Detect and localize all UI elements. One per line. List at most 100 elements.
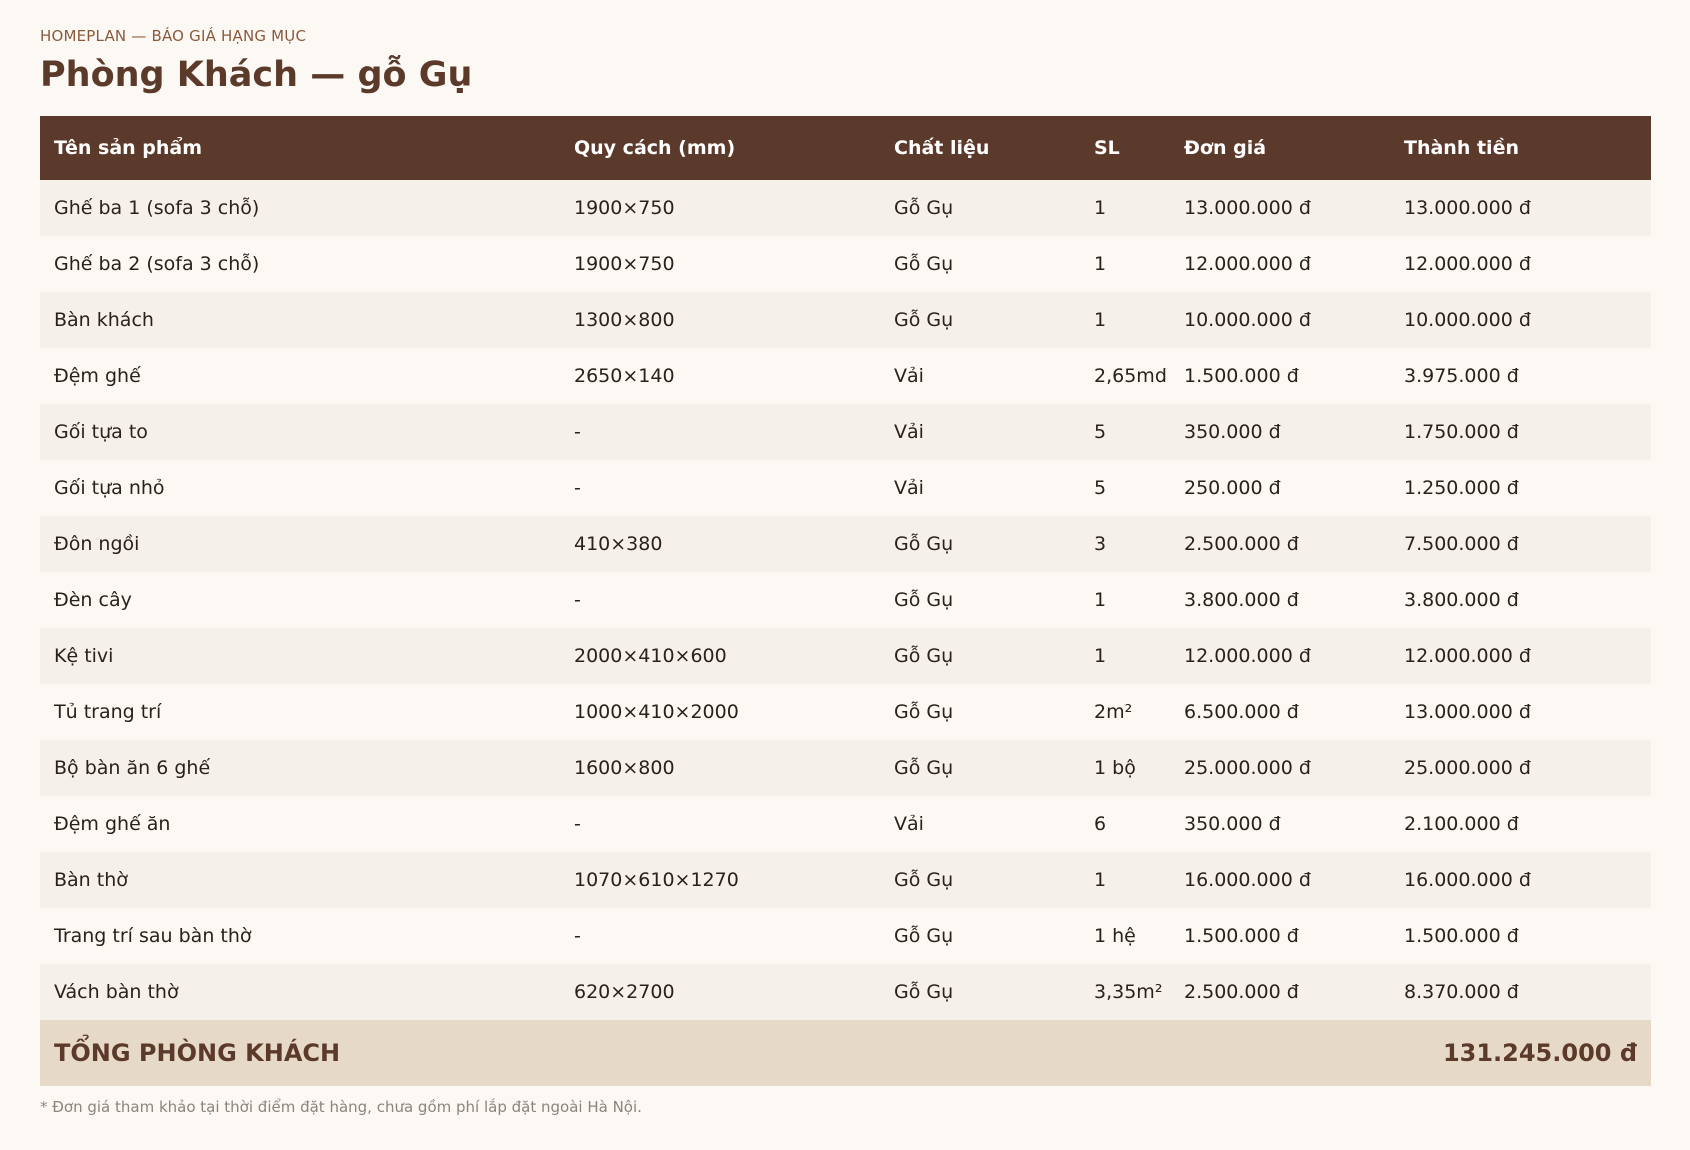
table-footer: TỔNG PHÒNG KHÁCH 131.245.000 đ bbox=[40, 1020, 1651, 1086]
table-row: Đệm ghế 2650×140 Vải 2,65md 1.500.000 đ 3.975… bbox=[40, 348, 1651, 404]
cell-material: Vải bbox=[894, 477, 924, 499]
table-row: Bộ bàn ăn 6 ghế 1600×800 Gỗ Gụ 1 bộ 25.000.0… bbox=[40, 740, 1651, 796]
cell-product-name: Gối tựa to bbox=[54, 421, 148, 443]
page-kicker: HOMEPLAN — BÁO GIÁ HẠNG MỤC bbox=[40, 27, 307, 45]
table-row: Gối tựa to - Vải 5 350.000 đ 1.750.000 đ bbox=[40, 404, 1651, 460]
total-row: TỔNG PHÒNG KHÁCH 131.245.000 đ bbox=[40, 1020, 1651, 1086]
table-body: Ghế ba 1 (sofa 3 chỗ) 1900×750 Gỗ Gụ 1 13.00… bbox=[40, 180, 1651, 1020]
cell-unit-price: 12.000.000 đ bbox=[1184, 645, 1311, 667]
table-header: Tên sản phẩm Quy cách (mm) Chất liệu SL … bbox=[40, 116, 1651, 180]
cell-line-total: 12.000.000 đ bbox=[1404, 253, 1531, 275]
cell-line-total: 10.000.000 đ bbox=[1404, 309, 1531, 331]
cell-line-total: 25.000.000 đ bbox=[1404, 757, 1531, 779]
table-row: Đèn cây - Gỗ Gụ 1 3.800.000 đ 3.800.000 đ bbox=[40, 572, 1651, 628]
cell-quantity: 1 hệ bbox=[1094, 925, 1136, 947]
cell-product-name: Bàn thờ bbox=[54, 869, 128, 891]
cell-spec: - bbox=[574, 421, 581, 443]
cell-material: Gỗ Gụ bbox=[894, 701, 954, 723]
cell-material: Gỗ Gụ bbox=[894, 197, 954, 219]
cell-material: Gỗ Gụ bbox=[894, 869, 954, 891]
table-row: Trang trí sau bàn thờ - Gỗ Gụ 1 hệ 1.500.000… bbox=[40, 908, 1651, 964]
cell-line-total: 13.000.000 đ bbox=[1404, 701, 1531, 723]
table-row: Vách bàn thờ 620×2700 Gỗ Gụ 3,35m² 2.500.000… bbox=[40, 964, 1651, 1020]
cell-line-total: 13.000.000 đ bbox=[1404, 197, 1531, 219]
cell-line-total: 1.250.000 đ bbox=[1404, 477, 1519, 499]
cell-unit-price: 3.800.000 đ bbox=[1184, 589, 1299, 611]
cell-spec: 1300×800 bbox=[574, 309, 675, 331]
cell-quantity: 5 bbox=[1094, 421, 1107, 443]
cell-material: Gỗ Gụ bbox=[894, 533, 954, 555]
cell-unit-price: 250.000 đ bbox=[1184, 477, 1281, 499]
cell-spec: 1000×410×2000 bbox=[574, 701, 739, 723]
cell-line-total: 16.000.000 đ bbox=[1404, 869, 1531, 891]
cell-quantity: 2m² bbox=[1094, 701, 1133, 723]
cell-product-name: Tủ trang trí bbox=[54, 701, 162, 723]
cell-quantity: 2,65md bbox=[1094, 365, 1167, 387]
cell-material: Gỗ Gụ bbox=[894, 645, 954, 667]
cell-unit-price: 13.000.000 đ bbox=[1184, 197, 1311, 219]
cell-material: Gỗ Gụ bbox=[894, 981, 954, 1003]
cell-spec: 1600×800 bbox=[574, 757, 675, 779]
cell-product-name: Đèn cây bbox=[54, 589, 132, 611]
table-row: Bàn thờ 1070×610×1270 Gỗ Gụ 1 16.000.000 đ 16… bbox=[40, 852, 1651, 908]
column-header-product-name: Tên sản phẩm bbox=[54, 137, 203, 159]
cell-spec: 1070×610×1270 bbox=[574, 869, 739, 891]
table-row: Tủ trang trí 1000×410×2000 Gỗ Gụ 2m² 6.500.0… bbox=[40, 684, 1651, 740]
column-header-line-total: Thành tiền bbox=[1404, 137, 1519, 159]
total-label: TỔNG PHÒNG KHÁCH bbox=[54, 1039, 341, 1067]
cell-quantity: 1 bbox=[1094, 589, 1107, 611]
cell-unit-price: 2.500.000 đ bbox=[1184, 981, 1299, 1003]
cell-unit-price: 6.500.000 đ bbox=[1184, 701, 1299, 723]
cell-quantity: 6 bbox=[1094, 813, 1107, 835]
cell-spec: - bbox=[574, 477, 581, 499]
table-row: Bàn khách 1300×800 Gỗ Gụ 1 10.000.000 đ 10.00… bbox=[40, 292, 1651, 348]
cell-product-name: Đệm ghế bbox=[54, 365, 141, 387]
cell-product-name: Bộ bàn ăn 6 ghế bbox=[54, 757, 211, 779]
cell-unit-price: 2.500.000 đ bbox=[1184, 533, 1299, 555]
cell-unit-price: 25.000.000 đ bbox=[1184, 757, 1311, 779]
cell-line-total: 8.370.000 đ bbox=[1404, 981, 1519, 1003]
cell-line-total: 3.975.000 đ bbox=[1404, 365, 1519, 387]
table-row: Kệ tivi 2000×410×600 Gỗ Gụ 1 12.000.000 đ 12.… bbox=[40, 628, 1651, 684]
cell-quantity: 1 bbox=[1094, 869, 1107, 891]
cell-product-name: Vách bàn thờ bbox=[54, 981, 179, 1003]
quote-table: Tên sản phẩm Quy cách (mm) Chất liệu SL … bbox=[40, 116, 1651, 1086]
footnote: * Đơn giá tham khảo tại thời điểm đặt hà… bbox=[40, 1098, 642, 1116]
cell-quantity: 5 bbox=[1094, 477, 1107, 499]
cell-material: Vải bbox=[894, 365, 924, 387]
cell-unit-price: 1.500.000 đ bbox=[1184, 365, 1299, 387]
total-value: 131.245.000 đ bbox=[1442, 1039, 1637, 1067]
cell-product-name: Đôn ngồi bbox=[54, 533, 140, 555]
cell-quantity: 3,35m² bbox=[1094, 981, 1163, 1003]
cell-quantity: 1 bbox=[1094, 309, 1107, 331]
cell-material: Gỗ Gụ bbox=[894, 925, 954, 947]
column-header-quantity: SL bbox=[1094, 137, 1120, 159]
cell-quantity: 1 bbox=[1094, 253, 1107, 275]
cell-unit-price: 1.500.000 đ bbox=[1184, 925, 1299, 947]
cell-spec: 620×2700 bbox=[574, 981, 675, 1003]
cell-unit-price: 350.000 đ bbox=[1184, 421, 1281, 443]
cell-material: Gỗ Gụ bbox=[894, 253, 954, 275]
cell-product-name: Đệm ghế ăn bbox=[54, 813, 171, 835]
cell-product-name: Trang trí sau bàn thờ bbox=[54, 925, 252, 947]
cell-unit-price: 350.000 đ bbox=[1184, 813, 1281, 835]
cell-product-name: Ghế ba 1 (sofa 3 chỗ) bbox=[54, 197, 260, 219]
page-title: Phòng Khách — gỗ Gụ bbox=[40, 55, 473, 95]
cell-unit-price: 16.000.000 đ bbox=[1184, 869, 1311, 891]
cell-line-total: 3.800.000 đ bbox=[1404, 589, 1519, 611]
column-header-spec: Quy cách (mm) bbox=[574, 137, 736, 159]
column-header-material: Chất liệu bbox=[894, 137, 990, 159]
cell-spec: - bbox=[574, 925, 581, 947]
table-row: Ghế ba 2 (sofa 3 chỗ) 1900×750 Gỗ Gụ 1 12.00… bbox=[40, 236, 1651, 292]
cell-material: Vải bbox=[894, 421, 924, 443]
cell-material: Gỗ Gụ bbox=[894, 309, 954, 331]
cell-spec: 1900×750 bbox=[574, 197, 675, 219]
cell-line-total: 1.500.000 đ bbox=[1404, 925, 1519, 947]
cell-material: Vải bbox=[894, 813, 924, 835]
cell-spec: 1900×750 bbox=[574, 253, 675, 275]
cell-spec: 2000×410×600 bbox=[574, 645, 727, 667]
table-header-row: Tên sản phẩm Quy cách (mm) Chất liệu SL … bbox=[40, 116, 1651, 180]
cell-spec: 2650×140 bbox=[574, 365, 675, 387]
cell-product-name: Kệ tivi bbox=[54, 645, 114, 667]
cell-material: Gỗ Gụ bbox=[894, 589, 954, 611]
